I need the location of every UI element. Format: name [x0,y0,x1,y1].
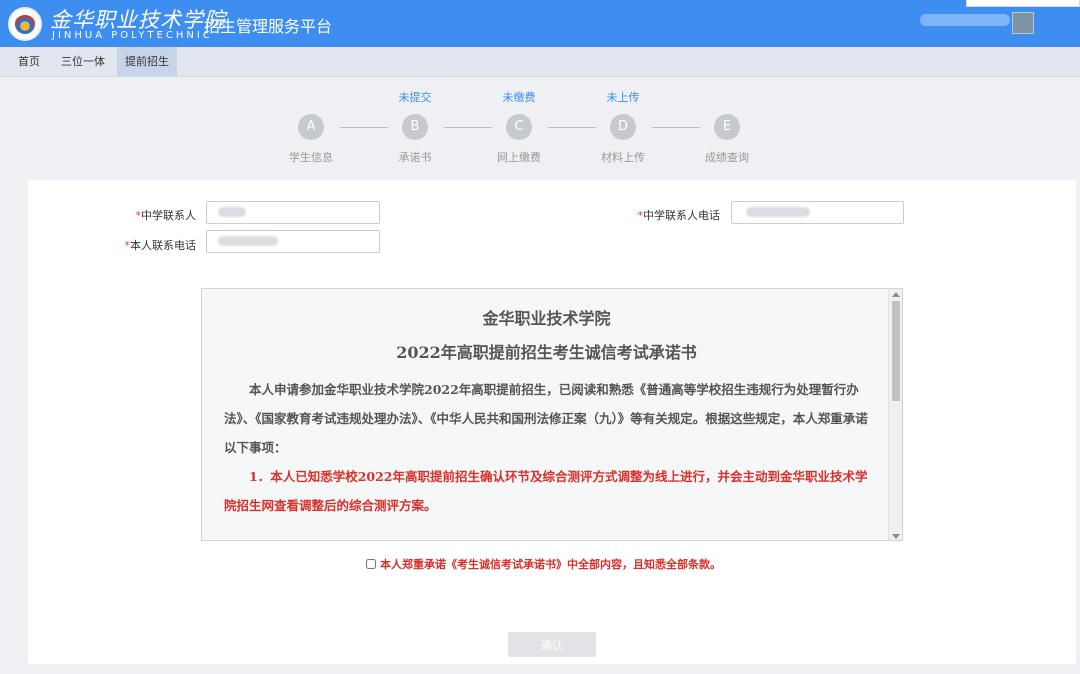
letter-paragraph-highlight: 1．本人已知悉学校2022年高职提前招生确认环节及综合测评方式调整为线上进行，并… [224,469,868,513]
step-b-status: 未提交 [398,91,432,104]
scroll-up-arrow-icon[interactable] [892,292,900,297]
masked-value [218,236,278,246]
scroll-thumb[interactable] [892,301,900,401]
dropdown-popup-edge [966,0,1080,7]
nav-tabs: 首页 三位一体 提前招生 [0,47,1080,77]
school-contact-label: *中学联系人 [135,209,197,222]
step-d-status: 未上传 [606,91,640,104]
step-a-circle: A [298,114,324,140]
tab-home[interactable]: 首页 [10,47,48,77]
letter-paragraph: 本人申请参加金华职业技术学院2022年高职提前招生，已阅读和熟悉《普通高等学校招… [224,382,868,455]
letter-title-school: 金华职业技术学院 [482,309,611,328]
agree-checkbox[interactable] [366,559,376,569]
masked-value [746,207,810,217]
step-d-label: 材料上传 [601,151,645,164]
step-connector [340,127,388,128]
step-e-circle: E [714,114,740,140]
school-seal-logo [8,7,42,41]
school-name-english: JINHUA POLYTECHNIC [52,30,213,41]
pledge-letter-box[interactable]: 金华职业技术学院 2022年高职提前招生考生诚信考试承诺书 本人申请参加金华职业… [201,288,903,541]
letter-scrollbar[interactable] [888,289,902,540]
platform-title: 招生管理服务平台 [204,17,333,36]
school-contact-phone-label: *中学联系人电话 [637,209,721,222]
avatar[interactable] [1012,12,1034,34]
confirm-button[interactable]: 确认 [508,632,596,657]
step-b-circle: B [402,114,428,140]
step-connector [652,127,700,128]
masked-value [218,207,246,217]
step-a-label: 学生信息 [289,151,333,164]
step-e-label: 成绩查询 [705,151,749,164]
step-c-status: 未缴费 [502,91,536,104]
agree-row[interactable]: 本人郑重承诺《考生诚信考试承诺书》中全部内容，且知悉全部条款。 [366,556,721,572]
step-c-circle: C [506,114,532,140]
own-phone-label: *本人联系电话 [124,239,197,252]
letter-title-pledge: 2022年高职提前招生考生诚信考试承诺书 [396,343,697,362]
step-c-label: 网上缴费 [497,151,541,164]
step-connector [548,127,596,128]
tab-early-admission[interactable]: 提前招生 [117,47,177,77]
scroll-down-arrow-icon[interactable] [892,534,900,539]
tab-three-in-one[interactable]: 三位一体 [53,47,113,77]
agree-text: 本人郑重承诺《考生诚信考试承诺书》中全部内容，且知悉全部条款。 [380,558,721,571]
pledge-letter-content: 金华职业技术学院 2022年高职提前招生考生诚信考试承诺书 本人申请参加金华职业… [224,305,869,520]
step-b-label: 承诺书 [398,151,432,164]
user-name-masked[interactable] [920,14,1010,26]
top-header: 金华职业技术学院 JINHUA POLYTECHNIC 招生管理服务平台 [0,0,1080,47]
step-d-circle: D [610,114,636,140]
step-connector [444,127,492,128]
